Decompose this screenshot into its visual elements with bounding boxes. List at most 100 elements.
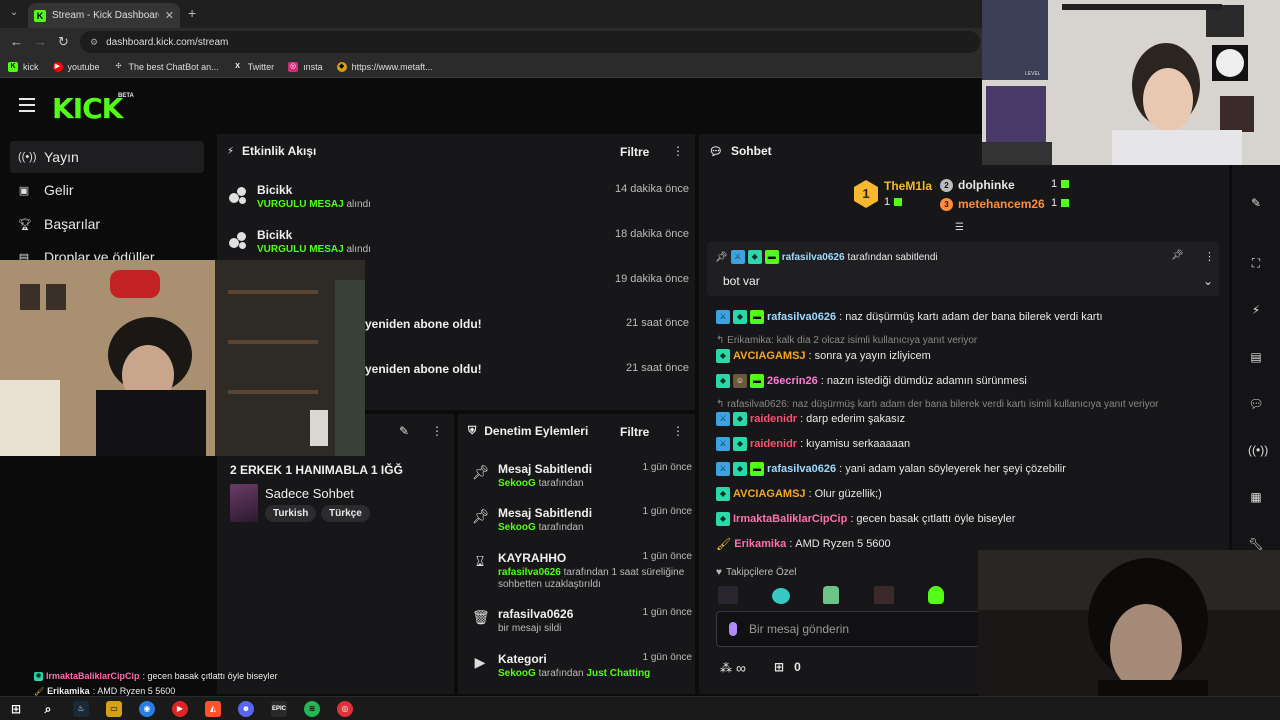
moderator-badge-icon: ⚔ bbox=[716, 462, 730, 476]
pinned-more-icon[interactable]: ⋮ bbox=[1204, 250, 1215, 263]
heart-icon: ♥ bbox=[716, 567, 722, 578]
bookmark-kick[interactable]: Kkick bbox=[8, 61, 39, 72]
chat-username[interactable]: Erikamika bbox=[734, 538, 786, 550]
chat-username[interactable]: raidenidr bbox=[750, 438, 797, 450]
close-tab-icon[interactable]: ✕ bbox=[165, 9, 174, 22]
kick-logo[interactable]: KICK bbox=[52, 92, 123, 125]
chat-bubble-icon[interactable]: 💬︎ bbox=[1248, 396, 1264, 412]
chat-reply-indicator[interactable]: ↰ Erikamika: kalk dia 2 olcaz isimli kul… bbox=[716, 335, 977, 346]
bookmark-youtube[interactable]: ▶ youtube bbox=[52, 61, 100, 72]
moderation-time: 1 gün önce bbox=[642, 506, 693, 517]
pencil-icon[interactable]: ✎ bbox=[1248, 195, 1264, 211]
steam-icon[interactable]: ♨ bbox=[73, 701, 89, 717]
sidebar-item-revenue[interactable]: ▣ Gelir bbox=[10, 174, 204, 206]
moderation-more-icon[interactable]: ⋮ bbox=[672, 424, 684, 438]
chat-username[interactable]: raidenidr bbox=[750, 413, 797, 425]
panel-title: Etkinlik Akışı bbox=[242, 144, 317, 158]
document-icon[interactable]: ▤ bbox=[1248, 349, 1264, 365]
pinned-by-user[interactable]: rafasilva0626 bbox=[782, 252, 845, 263]
forward-arrow-icon[interactable]: → bbox=[34, 34, 47, 49]
stream-title: 2 ERKEK 1 HANIMABLA 1 IĞĞ bbox=[230, 463, 403, 477]
sidebar-item-achievements[interactable]: 🏆︎ Başarılar bbox=[10, 208, 204, 240]
vip-badge-icon: ◆ bbox=[747, 250, 762, 264]
windows-taskbar: ⊞ ⌕ ♨ ▭ ◉ ▶ ◭ ☻ EPIC ≋ ◎ bbox=[0, 696, 1280, 720]
leaderboard-user-1[interactable]: TheM1la bbox=[884, 179, 932, 193]
stream-info-more-icon[interactable]: ⋮ bbox=[431, 424, 443, 438]
clip-icon[interactable]: ⛶ bbox=[1248, 255, 1264, 271]
tag-turkish[interactable]: Turkish bbox=[265, 505, 317, 522]
tab-search-icon[interactable]: ⌄ bbox=[6, 5, 22, 21]
broadcast-icon[interactable]: ((•)) bbox=[1248, 442, 1268, 458]
browser-tab[interactable]: K Stream - Kick Dashboard ✕ bbox=[28, 3, 180, 28]
emote-thumb[interactable] bbox=[874, 586, 894, 604]
brush-badge-icon: 🖌︎ bbox=[34, 686, 45, 696]
lightning-icon[interactable]: ⚡︎ bbox=[1248, 302, 1264, 318]
activity-user[interactable]: Bicikk bbox=[257, 228, 292, 242]
chat-username[interactable]: 26ecrin26 bbox=[767, 375, 818, 387]
overlay-chat-line: ◆ IrmaktaBaliklarCipCip : gecen basak çı… bbox=[34, 671, 278, 681]
kick-favicon-icon: K bbox=[34, 9, 46, 22]
windows-start-icon[interactable]: ⊞ bbox=[8, 701, 24, 717]
bookmark-twitter[interactable]: X Twitter bbox=[233, 62, 274, 72]
pin-icon: 📌︎ bbox=[472, 464, 490, 480]
vip-badge-icon: ◆ bbox=[733, 437, 747, 451]
url-omnibox[interactable]: ⚙ dashboard.kick.com/stream bbox=[80, 31, 980, 53]
activity-user[interactable]: Bicikk bbox=[257, 183, 292, 197]
back-arrow-icon[interactable]: ← bbox=[10, 34, 23, 49]
tag-turkce[interactable]: Türkçe bbox=[321, 505, 370, 522]
chat-text: naz düşürmüş kartı adam der bana bilerek… bbox=[845, 311, 1103, 323]
moderation-filter-button[interactable]: Filtre bbox=[620, 425, 649, 439]
brave-icon[interactable]: ◭ bbox=[205, 701, 221, 717]
spotify-icon[interactable]: ≋ bbox=[304, 701, 320, 717]
media-player-icon[interactable]: ▶ bbox=[172, 701, 188, 717]
sidebar-item-stream[interactable]: ((•)) Yayın bbox=[10, 141, 204, 173]
activity-filter-button[interactable]: Filtre bbox=[620, 145, 649, 159]
chat-reply-indicator[interactable]: ↰ rafasilva0626: naz düşürmüş kartı adam… bbox=[716, 399, 1158, 410]
chat-username[interactable]: AVCIAGAMSJ bbox=[733, 488, 806, 500]
chat-input[interactable]: Bir mesaj gönderin bbox=[716, 611, 980, 647]
activity-time: 21 saat önce bbox=[626, 317, 689, 329]
search-icon[interactable]: ⌕ bbox=[40, 701, 56, 717]
chevron-down-icon[interactable]: ⌄ bbox=[1203, 274, 1213, 288]
epic-games-icon[interactable]: EPIC bbox=[271, 701, 287, 717]
stream-category[interactable]: Sadece Sohbet bbox=[265, 486, 354, 501]
pin-icon: 📌︎ bbox=[715, 251, 728, 263]
activity-more-icon[interactable]: ⋮ bbox=[672, 144, 684, 158]
file-explorer-icon[interactable]: ▭ bbox=[106, 701, 122, 717]
unpin-icon[interactable]: 📌︎ bbox=[1171, 250, 1184, 261]
category-thumbnail[interactable] bbox=[230, 484, 258, 522]
leaderboard-user-3[interactable]: metehancem26 bbox=[958, 197, 1045, 211]
expand-leaderboard-icon[interactable]: ☰ bbox=[955, 222, 964, 233]
bookmark-chatbot[interactable]: ✣ The best ChatBot an... bbox=[114, 62, 219, 72]
emote-thumb[interactable] bbox=[718, 586, 738, 604]
bookmark-label: kick bbox=[23, 61, 39, 72]
edit-pencil-icon[interactable]: ✎ bbox=[399, 424, 409, 438]
chat-username[interactable]: AVCIAGAMSJ bbox=[733, 350, 806, 362]
discord-icon[interactable]: ☻ bbox=[238, 701, 254, 717]
hamburger-menu-icon[interactable] bbox=[19, 98, 35, 112]
reload-icon[interactable]: ↻ bbox=[58, 34, 69, 50]
gift-box-icon: ⊞ bbox=[774, 660, 785, 674]
bookmark-insta[interactable]: ◎ ınsta bbox=[288, 61, 323, 72]
metaft-bookmark-icon: ◆ bbox=[336, 61, 347, 72]
emote-thumb[interactable] bbox=[772, 588, 790, 604]
gift-count[interactable]: ⊞ 0 bbox=[774, 660, 801, 674]
lightning-icon: ⚡︎ bbox=[227, 145, 235, 157]
kick-points[interactable]: ⁂ ∞ bbox=[720, 660, 746, 676]
emote-thumb[interactable] bbox=[928, 586, 944, 604]
chat-username[interactable]: IrmaktaBaliklarCipCip bbox=[733, 513, 847, 525]
leaderboard-count-1: 1 bbox=[884, 196, 903, 208]
leaderboard-user-2[interactable]: dolphinke bbox=[958, 178, 1015, 192]
site-info-icon[interactable]: ⚙ bbox=[90, 37, 98, 48]
bookmark-metaft[interactable]: ◆ https://www.metaft... bbox=[336, 61, 433, 72]
new-tab-button[interactable]: + bbox=[188, 5, 196, 21]
emote-thumb[interactable] bbox=[823, 586, 839, 604]
obs-icon[interactable]: ◎ bbox=[337, 701, 353, 717]
moderation-action: KAYRAHHO bbox=[498, 551, 567, 565]
microphone-icon[interactable] bbox=[729, 622, 737, 636]
layout-icon[interactable]: ▦ bbox=[1248, 489, 1264, 505]
followers-only-notice: ♥ Takipçilere Özel bbox=[716, 567, 797, 578]
chat-username[interactable]: rafasilva0626 bbox=[767, 311, 836, 323]
chat-username[interactable]: rafasilva0626 bbox=[767, 463, 836, 475]
chrome-icon[interactable]: ◉ bbox=[139, 701, 155, 717]
